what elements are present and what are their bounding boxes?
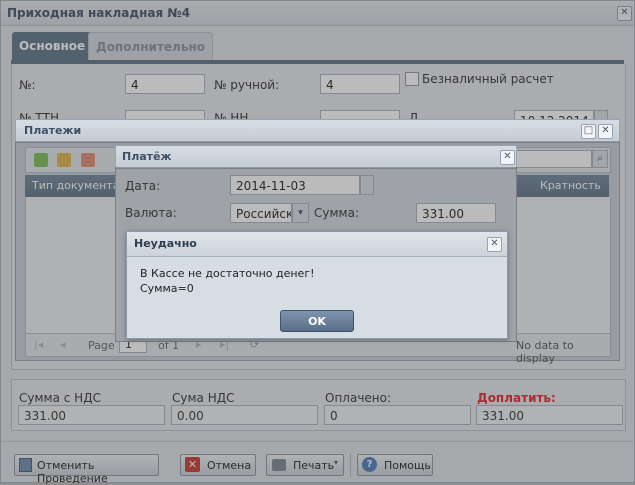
alert-header: Неудачно ✕ xyxy=(127,232,507,257)
payment-title: Платёж xyxy=(122,150,172,163)
payments-title: Платежи xyxy=(24,124,82,137)
payments-maximize-icon[interactable]: □ xyxy=(581,124,596,139)
payments-close-icon[interactable]: ✕ xyxy=(598,124,613,139)
ok-button[interactable]: OK xyxy=(280,310,354,332)
alert-message-line1: В Кассе не достаточно денег! xyxy=(140,267,315,280)
alert-message-line2: Сумма=0 xyxy=(140,282,194,295)
alert-title: Неудачно xyxy=(134,237,197,250)
alert-dialog: Неудачно ✕ В Кассе не достаточно денег! … xyxy=(126,231,508,339)
payment-close-icon[interactable]: ✕ xyxy=(500,150,515,165)
alert-close-icon[interactable]: ✕ xyxy=(487,237,502,252)
